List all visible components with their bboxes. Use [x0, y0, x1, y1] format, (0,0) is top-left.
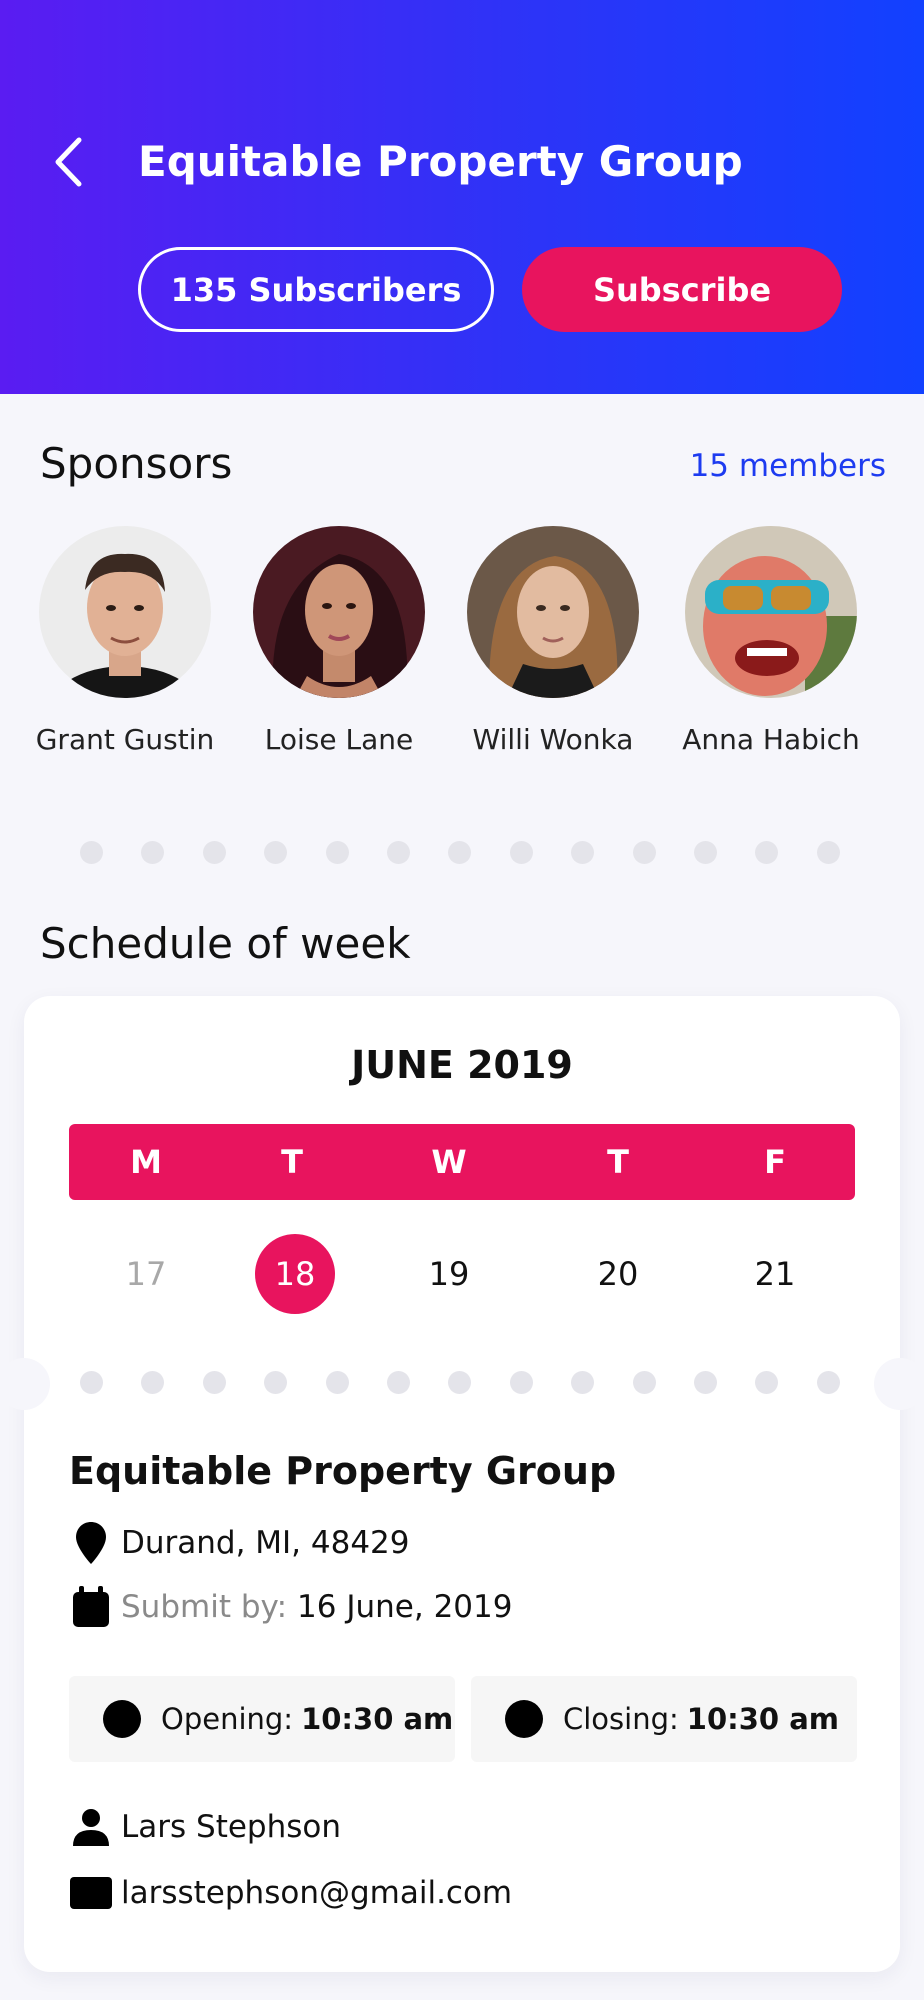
dot	[755, 840, 779, 864]
subscribe-button[interactable]: Subscribe	[522, 247, 842, 332]
calendar-day-selected[interactable]: 18	[255, 1234, 335, 1314]
dot	[387, 840, 411, 864]
dot	[80, 1370, 103, 1394]
avatar	[467, 526, 639, 698]
page-title: Equitable Property Group	[138, 137, 743, 186]
calendar-icon	[69, 1586, 113, 1628]
opening-label: Opening:	[161, 1702, 294, 1736]
event-location: Durand, MI, 48429	[69, 1520, 410, 1566]
weekday-label: T	[607, 1143, 629, 1181]
dot	[264, 1370, 288, 1394]
contact-email[interactable]: larsstephson@gmail.com	[121, 1872, 512, 1914]
subscribers-button[interactable]: 135 Subscribers	[138, 247, 494, 332]
avatar	[685, 526, 857, 698]
event-title: Equitable Property Group	[69, 1449, 617, 1493]
dot	[141, 1370, 165, 1394]
location-text: Durand, MI, 48429	[121, 1525, 410, 1561]
weekday-label: M	[130, 1143, 162, 1181]
submit-label: Submit by:	[121, 1589, 288, 1625]
card-divider-dots	[80, 1370, 840, 1394]
header: Equitable Property Group 135 Subscribers…	[0, 0, 924, 394]
sponsor-name: Loise Lane	[264, 723, 414, 756]
weekday-label: W	[431, 1143, 467, 1181]
dot	[387, 1370, 411, 1394]
calendar-day[interactable]: 17	[106, 1234, 186, 1314]
dot	[202, 1370, 226, 1394]
event-contact-name: Lars Stephson	[69, 1806, 341, 1848]
dot	[694, 840, 718, 864]
sponsors-heading: Sponsors	[40, 439, 233, 488]
dot	[571, 840, 595, 864]
card-notch-left	[0, 1358, 50, 1410]
clock-icon	[103, 1700, 141, 1738]
dot	[571, 1370, 595, 1394]
avatar	[253, 526, 425, 698]
opening-time: 10:30 am	[301, 1702, 454, 1736]
event-contact-email[interactable]: larsstephson@gmail.com	[69, 1872, 512, 1914]
weekday-label: T	[281, 1143, 303, 1181]
dot	[632, 840, 656, 864]
card-notch-right	[874, 1358, 924, 1410]
sponsor-card[interactable]: Loise Lane	[244, 526, 434, 758]
members-link[interactable]: 15 members	[690, 446, 886, 486]
sponsor-card[interactable]: Willi Wonka	[458, 526, 648, 758]
dot	[509, 840, 533, 864]
event-submit-date: Submit by: 16 June, 2019	[69, 1586, 512, 1628]
calendar-day[interactable]: 20	[578, 1234, 658, 1314]
dot	[632, 1370, 656, 1394]
dot	[325, 1370, 349, 1394]
avatar	[39, 526, 211, 698]
closing-label: Closing:	[563, 1702, 679, 1736]
divider-dots	[80, 840, 840, 864]
schedule-heading: Schedule of week	[40, 919, 411, 968]
dot	[141, 840, 165, 864]
dot	[816, 840, 840, 864]
chevron-left-icon	[55, 137, 82, 187]
sponsor-name: Anna Habich	[682, 723, 860, 756]
closing-time: 10:30 am	[686, 1702, 839, 1736]
calendar-day[interactable]: 19	[409, 1234, 489, 1314]
back-button[interactable]	[44, 132, 92, 192]
dot	[816, 1370, 840, 1394]
person-icon	[69, 1808, 113, 1846]
dot	[448, 1370, 472, 1394]
clock-icon	[505, 1700, 543, 1738]
weekday-label: F	[764, 1143, 786, 1181]
dot	[325, 840, 349, 864]
sponsor-card[interactable]: Anna Habich	[676, 526, 866, 758]
weekday-bar: M T W T F	[69, 1124, 855, 1200]
mail-icon	[69, 1877, 113, 1909]
dot	[755, 1370, 779, 1394]
submit-date: 16 June, 2019	[297, 1589, 513, 1625]
dot	[448, 840, 472, 864]
sponsor-name: Willi Wonka	[472, 723, 634, 756]
map-pin-icon	[69, 1520, 113, 1566]
dot	[80, 840, 103, 864]
contact-name: Lars Stephson	[121, 1809, 342, 1845]
sponsor-card[interactable]: Grant Gustin	[30, 526, 220, 758]
calendar-month: JUNE 2019	[351, 1043, 573, 1087]
opening-time-box: Opening: 10:30 am	[69, 1676, 455, 1762]
sponsor-name: Grant Gustin	[35, 723, 215, 756]
closing-time-box: Closing: 10:30 am	[471, 1676, 857, 1762]
dot	[264, 840, 288, 864]
calendar-day[interactable]: 21	[735, 1234, 815, 1314]
dot	[202, 840, 226, 864]
dot	[694, 1370, 718, 1394]
dot	[509, 1370, 533, 1394]
